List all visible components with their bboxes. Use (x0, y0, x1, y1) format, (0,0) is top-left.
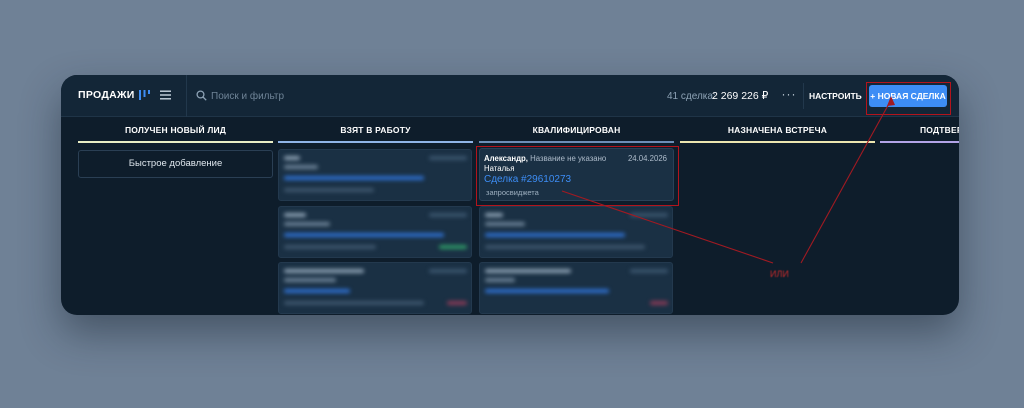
deal-link[interactable]: Сделка #29610273 (484, 174, 571, 185)
pipeline-window: ПРОДАЖИ 41 сделка: 2 269 226 ₽ ··· НАСТР… (61, 75, 959, 315)
deals-count: 41 сделка: (667, 91, 716, 102)
deal-card-highlighted[interactable]: Александр, Название не указано 24.04.202… (479, 148, 674, 201)
column-header-new-lead: ПОЛУЧЕН НОВЫЙ ЛИД (124, 125, 227, 135)
deal-date: 24.04.2026 (627, 154, 667, 163)
column-underline-qualified (479, 141, 674, 143)
column-underline-new-lead (78, 141, 273, 143)
deals-sum: 2 269 226 ₽ (712, 90, 769, 102)
deal-card-blurred[interactable] (479, 206, 673, 258)
column-underline-confirmed (880, 141, 959, 143)
toolbar-divider (803, 83, 804, 109)
deal-card-blurred[interactable] (278, 262, 472, 314)
column-header-confirmed: ПОДТВЕР (920, 125, 959, 135)
column-header-in-progress: ВЗЯТ В РАБОТУ (340, 125, 411, 135)
search-bar (186, 75, 516, 117)
settings-button[interactable]: НАСТРОИТЬ (809, 86, 862, 107)
search-icon (196, 90, 207, 101)
column-underline-in-progress (278, 141, 473, 143)
deal-card-blurred[interactable] (278, 149, 472, 201)
column-header-qualified: КВАЛИФИЦИРОВАН (532, 125, 621, 135)
kanban-view-icon[interactable] (139, 89, 151, 101)
search-input[interactable] (211, 88, 471, 104)
column-header-meeting: НАЗНАЧЕНА ВСТРЕЧА (727, 125, 828, 135)
deal-contact-name: Наталья (484, 164, 515, 173)
annotation-label: ИЛИ (770, 269, 789, 279)
column-underline-meeting (680, 141, 875, 143)
deal-card-blurred[interactable] (278, 206, 472, 258)
quick-add-button[interactable]: Быстрое добавление (78, 150, 273, 178)
new-deal-button[interactable]: + НОВАЯ СДЕЛКА (869, 85, 947, 107)
deal-card-blurred[interactable] (479, 262, 673, 314)
toolbar: ПРОДАЖИ 41 сделка: 2 269 226 ₽ ··· НАСТР… (61, 75, 959, 117)
deal-contact: Александр, Название не указано (484, 154, 607, 163)
deal-tag: запросвиджета (486, 188, 539, 197)
pipeline-title[interactable]: ПРОДАЖИ (78, 89, 135, 101)
list-view-icon[interactable] (160, 90, 171, 100)
more-options-button[interactable]: ··· (778, 86, 800, 106)
deal-contact-note: Название не указано (530, 154, 607, 163)
